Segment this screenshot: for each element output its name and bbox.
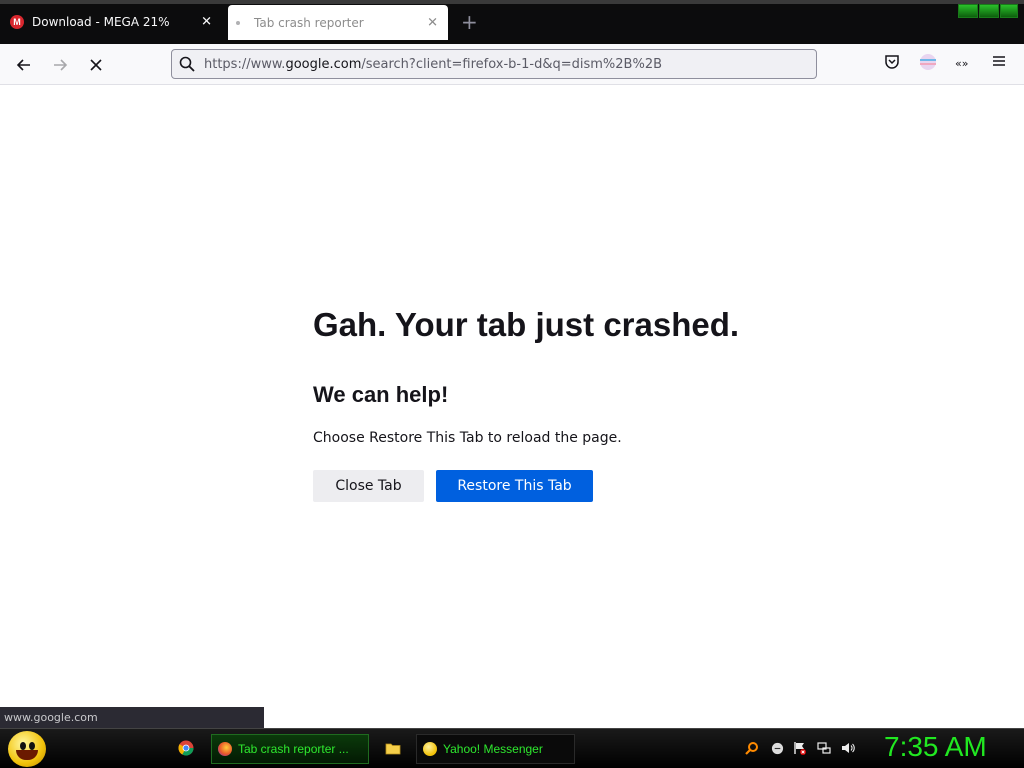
stop-button[interactable] bbox=[84, 53, 108, 77]
firefox-icon bbox=[218, 742, 232, 756]
network-icon bbox=[817, 742, 831, 754]
url-path: /search?client=firefox-b-1-d&q=dism%2B%2… bbox=[361, 56, 663, 72]
system-clock[interactable]: 7:35 AM bbox=[884, 731, 987, 763]
speaker-icon bbox=[842, 743, 855, 753]
menu-button[interactable] bbox=[991, 53, 1007, 73]
mega-icon: M bbox=[10, 15, 24, 29]
navigation-toolbar: https://www. google.com/search?client=fir… bbox=[0, 44, 1024, 85]
crash-title: Gah. Your tab just crashed. bbox=[313, 306, 740, 343]
tab-crash-reporter[interactable]: Tab crash reporter ✕ bbox=[228, 5, 448, 40]
tab-title: Tab crash reporter bbox=[254, 15, 364, 30]
action-center-tray-icon[interactable] bbox=[793, 741, 807, 755]
taskbar-item-label: Tab crash reporter ... bbox=[238, 742, 349, 756]
minimize-button[interactable] bbox=[958, 4, 978, 18]
search-icon bbox=[179, 56, 195, 72]
pocket-button[interactable] bbox=[883, 53, 901, 75]
account-button[interactable] bbox=[919, 53, 937, 75]
back-arrow-icon bbox=[16, 59, 30, 71]
smiley-tray-icon bbox=[771, 742, 783, 754]
maximize-button[interactable] bbox=[979, 4, 999, 18]
pocket-icon bbox=[885, 55, 899, 69]
crash-subtitle: We can help! bbox=[313, 382, 449, 407]
address-bar[interactable]: https://www. google.com/search?client=fir… bbox=[171, 49, 817, 79]
network-tray-icon[interactable] bbox=[817, 741, 831, 755]
smiley-eye bbox=[29, 742, 35, 750]
loading-dot-icon bbox=[236, 20, 240, 25]
status-url: www.google.com bbox=[4, 711, 98, 724]
page-content: Gah. Your tab just crashed. We can help!… bbox=[0, 85, 1024, 728]
forward-arrow-icon bbox=[54, 59, 68, 71]
search-tray-icon[interactable] bbox=[745, 741, 759, 755]
tab-mega-download[interactable]: M Download - MEGA 21% ✕ bbox=[0, 4, 222, 40]
close-tab-icon[interactable]: ✕ bbox=[427, 15, 438, 30]
flag-icon bbox=[794, 742, 806, 755]
taskbar: Tab crash reporter ... Yahoo! Messenger … bbox=[0, 728, 1024, 768]
forward-button[interactable] bbox=[48, 53, 72, 77]
new-tab-button[interactable]: + bbox=[461, 10, 478, 34]
tab-strip: M Download - MEGA 21% ✕ Tab crash report… bbox=[0, 0, 1024, 44]
status-bar: www.google.com bbox=[0, 707, 264, 728]
crash-description: Choose Restore This Tab to reload the pa… bbox=[313, 430, 622, 446]
chrome-icon[interactable] bbox=[178, 740, 194, 756]
volume-tray-icon[interactable] bbox=[841, 741, 855, 755]
yahoo-messenger-icon bbox=[423, 742, 437, 756]
extension-icon: «» bbox=[955, 57, 969, 70]
taskbar-item-firefox[interactable]: Tab crash reporter ... bbox=[211, 734, 369, 764]
hamburger-menu-icon bbox=[993, 56, 1005, 66]
smiley-eye bbox=[20, 742, 26, 750]
back-button[interactable] bbox=[12, 53, 36, 77]
url-host: google.com bbox=[285, 56, 362, 72]
tab-title: Download - MEGA 21% bbox=[32, 15, 170, 29]
close-tab-button[interactable]: Close Tab bbox=[313, 470, 424, 502]
messenger-tray-icon[interactable] bbox=[770, 741, 784, 755]
stop-x-icon bbox=[90, 59, 102, 71]
taskbar-item-label: Yahoo! Messenger bbox=[443, 742, 543, 756]
url-prefix: https://www. bbox=[204, 56, 286, 72]
folder-icon[interactable] bbox=[385, 740, 401, 756]
restore-tab-button[interactable]: Restore This Tab bbox=[436, 470, 593, 502]
smiley-mouth bbox=[16, 750, 38, 760]
account-avatar-icon bbox=[920, 54, 936, 70]
close-window-button[interactable] bbox=[1000, 4, 1018, 18]
magnifier-icon bbox=[745, 742, 758, 755]
start-button[interactable] bbox=[8, 731, 46, 767]
extension-button[interactable]: «» bbox=[955, 57, 968, 70]
taskbar-item-yahoo-messenger[interactable]: Yahoo! Messenger bbox=[416, 734, 575, 764]
close-tab-icon[interactable]: ✕ bbox=[201, 15, 212, 30]
